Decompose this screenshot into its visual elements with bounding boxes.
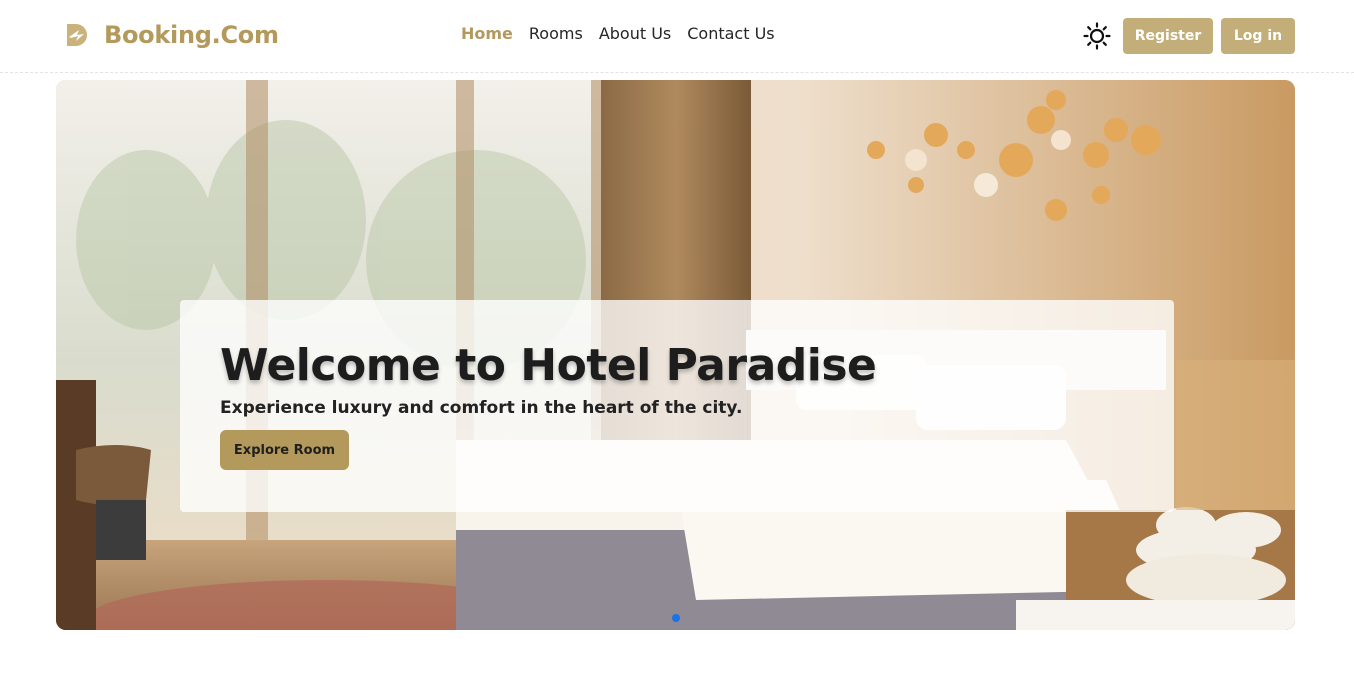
hero-title: Welcome to Hotel Paradise — [220, 340, 877, 391]
brand-name: Booking.Com — [104, 21, 279, 49]
nav-home[interactable]: Home — [461, 24, 513, 43]
header-actions: Register Log in — [1081, 18, 1295, 54]
login-button[interactable]: Log in — [1221, 18, 1295, 54]
carousel-dot[interactable] — [672, 614, 680, 622]
hero-overlay: Welcome to Hotel Paradise Experience lux… — [180, 300, 1174, 512]
hero-subtitle: Experience luxury and comfort in the hea… — [220, 398, 743, 418]
register-button[interactable]: Register — [1123, 18, 1213, 54]
main-nav: Home Rooms About Us Contact Us — [461, 24, 775, 43]
hero-carousel[interactable]: Welcome to Hotel Paradise Experience lux… — [56, 80, 1295, 630]
nav-about-us[interactable]: About Us — [599, 24, 671, 43]
explore-room-button[interactable]: Explore Room — [220, 430, 349, 470]
logo-icon — [67, 24, 87, 46]
brand[interactable]: Booking.Com — [64, 20, 279, 50]
sun-icon — [1083, 22, 1111, 50]
nav-rooms[interactable]: Rooms — [529, 24, 583, 43]
site-header: Booking.Com Home Rooms About Us Contact … — [0, 0, 1354, 73]
theme-toggle[interactable] — [1081, 18, 1113, 54]
carousel-indicators — [672, 614, 680, 622]
nav-contact-us[interactable]: Contact Us — [687, 24, 774, 43]
